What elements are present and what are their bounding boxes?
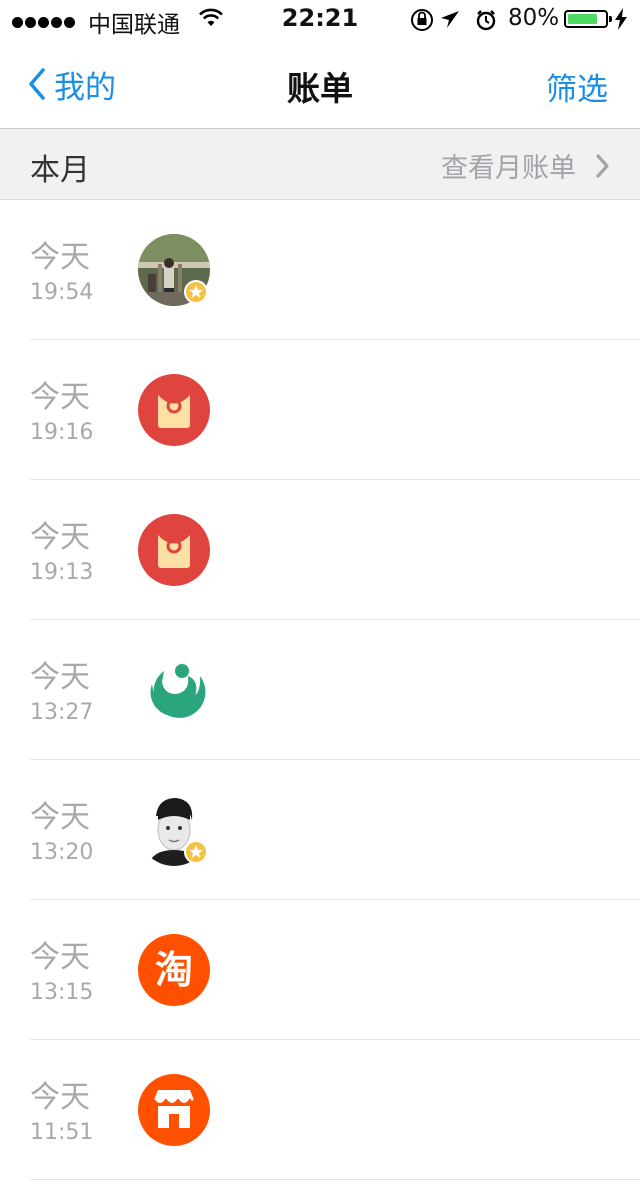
battery-icon [564, 10, 612, 28]
navigation-bar: 我的 账单 筛选 [0, 40, 640, 129]
svg-text:淘: 淘 [155, 948, 193, 992]
view-monthly-bill-label: 查看月账单 [441, 153, 576, 184]
month-section-header: 本月 查看月账单 [0, 129, 640, 200]
status-bar: 中国联通 22:21 80% [0, 0, 640, 40]
rotation-lock-icon [411, 9, 433, 31]
alarm-icon [476, 10, 496, 31]
transaction-day: 今天 [30, 240, 90, 275]
filter-button[interactable]: 筛选 [546, 64, 608, 109]
page-title: 账单 [287, 69, 353, 108]
transaction-time: 19:54 [30, 280, 94, 305]
transaction-row[interactable]: 今天 13:20 [0, 760, 640, 900]
green-service-logo-icon [150, 664, 206, 718]
transaction-time: 13:27 [30, 700, 94, 725]
transaction-day: 今天 [30, 800, 90, 835]
shop-icon [138, 1074, 210, 1146]
chevron-right-icon [596, 153, 609, 178]
transaction-row[interactable]: 今天 13:15 淘 [0, 900, 640, 1040]
transaction-day: 今天 [30, 380, 90, 415]
transaction-row[interactable]: 今天 19:54 [0, 200, 640, 340]
red-envelope-icon [138, 374, 210, 446]
transaction-row[interactable]: 今天 19:16 [0, 340, 640, 480]
transaction-time: 19:13 [30, 560, 94, 585]
user-photo-avatar-icon [138, 794, 210, 866]
transaction-day: 今天 [30, 520, 90, 555]
status-icons [410, 6, 500, 38]
user-photo-avatar-icon [138, 234, 210, 306]
transaction-time: 11:51 [30, 1120, 94, 1145]
transaction-time: 19:16 [30, 420, 94, 445]
taobao-icon: 淘 [138, 934, 210, 1006]
transaction-row[interactable]: 今天 19:13 [0, 480, 640, 620]
transaction-row[interactable]: 今天 13:27 [0, 620, 640, 760]
transaction-day: 今天 [30, 660, 90, 695]
transaction-time: 13:20 [30, 840, 94, 865]
section-title: 本月 [30, 153, 90, 188]
transaction-row[interactable]: 今天 11:51 [0, 1040, 640, 1180]
view-monthly-bill-link[interactable]: 查看月账单 [441, 146, 610, 185]
transaction-day: 今天 [30, 940, 90, 975]
transaction-list: 今天 19:54 今天 19:16 今天 19:13 今天 13:27 今天 1… [0, 200, 640, 1180]
transaction-time: 13:15 [30, 980, 94, 1005]
charging-bolt-icon [614, 8, 628, 34]
transaction-day: 今天 [30, 1080, 90, 1115]
battery-percentage: 80% [508, 5, 560, 31]
location-arrow-icon [441, 11, 459, 28]
red-envelope-icon [138, 514, 210, 586]
